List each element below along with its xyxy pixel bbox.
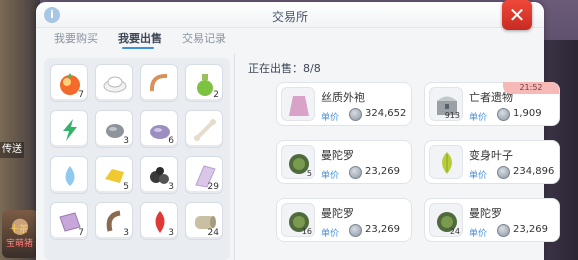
listing-price: 23,269 — [513, 224, 548, 235]
window-title: 交易所 — [271, 10, 308, 24]
game-scene: 传送 十茶 宝萌猪 i 交易所 ✕ 我要购买 我要出售 交易记录 7236532… — [0, 0, 578, 260]
listing-name: 变身叶子 — [469, 149, 513, 162]
listing-thumb — [429, 145, 463, 179]
close-button[interactable]: ✕ — [502, 0, 532, 30]
coin-icon — [497, 166, 510, 179]
slot-quantity: 6 — [168, 136, 174, 146]
listing-quantity: 913 — [444, 111, 460, 120]
inventory-slot[interactable] — [185, 110, 223, 148]
background-character-name: 十茶 — [10, 225, 29, 235]
slot-quantity: 2 — [213, 90, 219, 100]
listing-card[interactable]: 变身叶子单价 234,896 — [424, 140, 560, 184]
slot-quantity: 7 — [78, 90, 84, 100]
tab-bar: 我要购买 我要出售 交易记录 — [36, 28, 236, 50]
unit-price-label: 单价 — [469, 229, 488, 239]
listing-thumb — [281, 87, 315, 121]
unit-price-label: 单价 — [469, 113, 488, 123]
selling-list: 丝质外袍 单价 324,652 913 亡者遗物 单价 1,909 21:52 5 曼陀罗 单价 23… — [240, 76, 560, 260]
panel-divider — [234, 54, 235, 260]
unit-price-label: 单价 — [321, 229, 340, 239]
listing-thumb: 5 — [281, 145, 315, 179]
slot-quantity: 29 — [207, 182, 219, 192]
listing-card[interactable]: 24 曼陀罗单价 23,269 — [424, 198, 560, 242]
tab-active-indicator — [122, 47, 154, 49]
selling-count-label: 正在出售：8/8 — [248, 62, 321, 75]
bone-icon — [192, 117, 218, 143]
coin-icon — [497, 108, 510, 121]
slot-quantity: 7 — [78, 228, 84, 238]
listing-card[interactable]: 5 曼陀罗单价 23,269 — [276, 140, 412, 184]
water-drop-icon — [57, 163, 83, 189]
inventory-slot[interactable]: 24 — [185, 202, 223, 240]
listing-name: 曼陀罗 — [321, 207, 354, 220]
listing-name: 曼陀罗 — [469, 207, 502, 220]
slot-quantity: 24 — [207, 228, 219, 238]
listing-price: 23,269 — [365, 224, 400, 235]
listing-thumb: 913 — [429, 87, 463, 121]
slot-quantity: 3 — [123, 136, 129, 146]
inventory-slot[interactable]: 7 — [50, 64, 88, 102]
listing-price: 1,909 — [513, 108, 542, 119]
teleport-tag[interactable]: 传送 — [0, 142, 24, 158]
inventory-slot[interactable]: 3 — [95, 110, 133, 148]
listing-price: 324,652 — [365, 108, 407, 119]
listing-card[interactable]: 16 曼陀罗单价 23,269 — [276, 198, 412, 242]
window-header: i 交易所 — [36, 2, 544, 28]
inventory-slot[interactable]: 3 — [140, 202, 178, 240]
leaf-icon — [435, 150, 459, 176]
inventory-slot[interactable]: 3 — [140, 156, 178, 194]
silk-robe-icon — [287, 92, 311, 118]
tab-history[interactable]: 交易记录 — [182, 30, 226, 46]
inventory-grid: 7 2 3 6 5 3 29 7 3 3 24 — [44, 58, 230, 260]
coin-icon — [349, 108, 362, 121]
listing-thumb: 16 — [281, 203, 315, 237]
inventory-slot[interactable]: 6 — [140, 110, 178, 148]
inventory-slot[interactable] — [140, 64, 178, 102]
inventory-slot[interactable]: 7 — [50, 202, 88, 240]
white-hat-icon — [102, 71, 128, 97]
listing-name: 曼陀罗 — [321, 149, 354, 162]
slot-quantity: 3 — [168, 228, 174, 238]
coin-icon — [349, 224, 362, 237]
coin-icon — [349, 166, 362, 179]
listing-price: 23,269 — [365, 166, 400, 177]
listing-name: 丝质外袍 — [321, 91, 365, 104]
listing-quantity: 5 — [306, 169, 312, 178]
slot-quantity: 3 — [168, 182, 174, 192]
inventory-slot[interactable]: 5 — [95, 156, 133, 194]
tab-sell[interactable]: 我要出售 — [118, 30, 162, 46]
inventory-slot[interactable] — [95, 64, 133, 102]
listing-price: 234,896 — [513, 166, 555, 177]
inventory-slot[interactable] — [50, 110, 88, 148]
inventory-slot[interactable]: 29 — [185, 156, 223, 194]
background-character-sub: 宝萌猪 — [6, 239, 34, 249]
inventory-slot[interactable] — [50, 156, 88, 194]
unit-price-label: 单价 — [321, 171, 340, 181]
lightning-icon — [57, 117, 83, 143]
coin-icon — [497, 224, 510, 237]
exchange-window: i 交易所 ✕ 我要购买 我要出售 交易记录 7 2 3 6 5 3 29 7 3 3 24 正在出… — [36, 0, 560, 260]
listing-timer: 21:52 — [503, 82, 559, 94]
rope-ring-icon — [147, 71, 173, 97]
unit-price-label: 单价 — [321, 113, 340, 123]
inventory-slot[interactable]: 2 — [185, 64, 223, 102]
listing-quantity: 24 — [449, 227, 460, 236]
listing-thumb: 24 — [429, 203, 463, 237]
unit-price-label: 单价 — [469, 171, 488, 181]
slot-quantity: 5 — [123, 182, 129, 192]
slot-quantity: 3 — [123, 228, 129, 238]
listing-quantity: 16 — [301, 227, 312, 236]
listing-card[interactable]: 913 亡者遗物 单价 1,909 21:52 — [424, 82, 560, 126]
tab-buy[interactable]: 我要购买 — [54, 30, 98, 46]
listing-card[interactable]: 丝质外袍单价 324,652 — [276, 82, 412, 126]
inventory-slot[interactable]: 3 — [95, 202, 133, 240]
